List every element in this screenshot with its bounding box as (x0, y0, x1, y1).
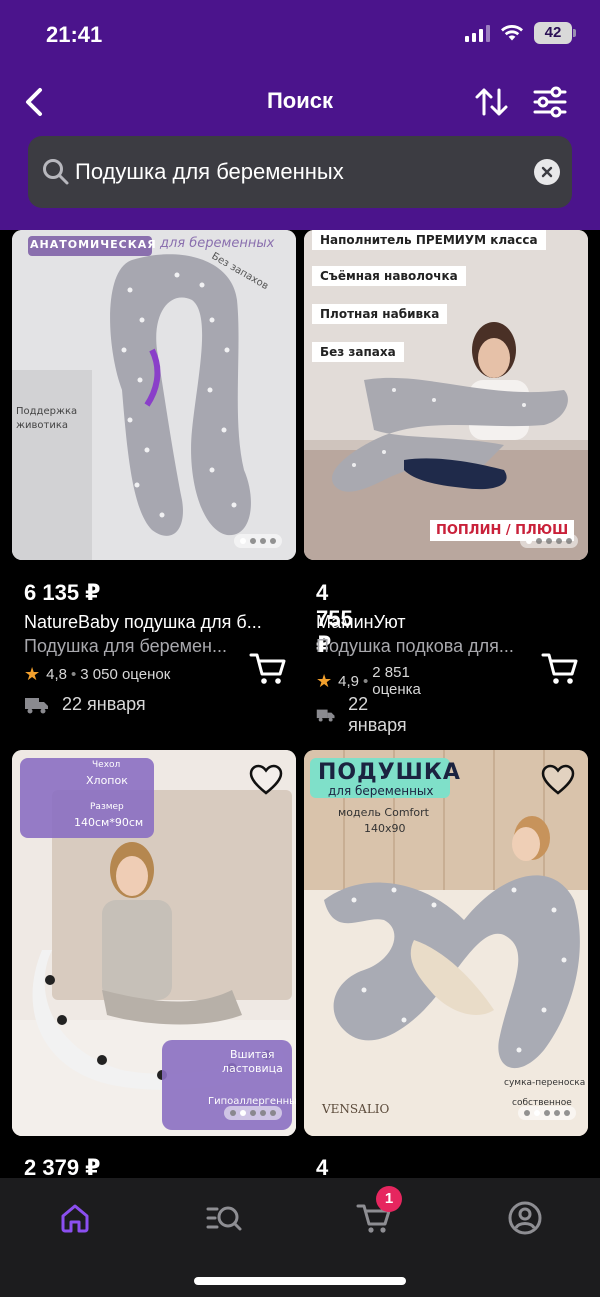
star-icon: ★ (24, 664, 41, 684)
overlay-caption: Чехол (92, 760, 121, 770)
sort-button[interactable] (472, 82, 512, 122)
rating-value: 4,9 (338, 672, 359, 690)
product-image[interactable]: Чехол Хлопок Размер 140см*90см Вшитая ла… (12, 750, 296, 1136)
image-pager-dots (224, 1106, 282, 1120)
favorite-heart-icon[interactable] (540, 762, 576, 798)
image-pager-dots (518, 1106, 576, 1120)
delivery-date: 22 января (62, 694, 146, 714)
overlay-caption: модель Comfort (338, 806, 429, 819)
sort-arrows-icon (475, 88, 508, 116)
separator-dot: • (363, 672, 369, 690)
add-to-cart-button[interactable] (540, 650, 580, 686)
filter-sliders-icon (533, 86, 567, 118)
separator-dot: • (71, 666, 77, 683)
cellular-signal-icon (465, 24, 490, 42)
status-time: 21:41 (46, 22, 103, 47)
truck-icon (316, 709, 335, 722)
add-to-cart-button[interactable] (248, 650, 288, 686)
overlay-caption: 140см*90см (74, 816, 144, 829)
clear-search-button[interactable] (534, 159, 560, 185)
overlay-tag: Съёмная наволочка (312, 266, 466, 286)
overlay-caption: Поддержка (16, 406, 78, 417)
overlay-caption: 140x90 (364, 822, 406, 835)
top-header: 21:41 42 Поиск Подушка для беременных (0, 0, 600, 230)
wifi-icon (501, 25, 523, 41)
overlay-subtitle: для беременных (328, 784, 434, 798)
star-icon: ★ (316, 670, 333, 691)
overlay-tag: Наполнитель ПРЕМИУМ класса (312, 230, 546, 250)
overlay-caption: сумка-переноска (504, 1078, 586, 1088)
product-price: 6 135 ₽ (24, 580, 101, 605)
overlay-subtitle: для беременных (160, 236, 275, 251)
product-rating: ★ 4,8 • 3 050 оценок (24, 664, 170, 685)
product-name[interactable]: МаминУют (316, 612, 406, 633)
product-image[interactable]: АНАТОМИЧЕСКАЯ для беременных Без запахов… (12, 230, 296, 560)
search-field[interactable]: Подушка для беременных (28, 136, 572, 208)
image-pager-dots (520, 534, 578, 548)
overlay-tag: Плотная набивка (312, 304, 448, 324)
image-pager-dots (234, 534, 282, 548)
delivery-date: 22 января (348, 694, 407, 735)
review-count: 2 851 оценка (372, 664, 421, 698)
overlay-title: ПОДУШКА (318, 760, 461, 785)
overlay-caption: Размер (90, 802, 124, 812)
search-input[interactable]: Подушка для беременных (75, 159, 344, 185)
overlay-tag: Без запаха (312, 342, 404, 362)
overlay-badge-text: АНАТОМИЧЕСКАЯ (30, 238, 157, 251)
tab-profile[interactable] (503, 1196, 547, 1240)
home-indicator[interactable] (194, 1277, 406, 1285)
catalog-search-icon (206, 1206, 242, 1231)
delivery-info: 22 января (24, 694, 146, 715)
overlay-caption: Хлопок (86, 774, 128, 787)
nav-bar: Поиск (0, 78, 600, 126)
overlay-caption: Вшитая (230, 1048, 275, 1061)
review-count: 3 050 оценок (80, 666, 171, 683)
status-icons: 42 (465, 22, 576, 44)
filter-button[interactable] (530, 82, 570, 122)
cart-count-badge: 1 (376, 1186, 402, 1212)
brand-watermark: VENSALIO (322, 1102, 390, 1116)
tab-home[interactable] (53, 1196, 97, 1240)
tab-catalog[interactable] (202, 1196, 246, 1240)
battery-icon: 42 (534, 22, 576, 44)
product-image[interactable]: ПОДУШКА для беременных модель Comfort 14… (304, 750, 588, 1136)
overlay-caption: ластовица (222, 1062, 283, 1075)
close-icon (541, 166, 553, 178)
pillow-photo (12, 750, 296, 1136)
profile-icon (508, 1201, 542, 1235)
product-image[interactable]: Наполнитель ПРЕМИУМ класса Съёмная навол… (304, 230, 588, 560)
home-icon (61, 1204, 89, 1233)
product-description[interactable]: Подушка для беремен... (24, 636, 227, 657)
truck-icon (25, 697, 48, 713)
product-description[interactable]: Подушка подкова для... (316, 636, 514, 657)
overlay-caption: животика (16, 420, 69, 431)
product-name[interactable]: NatureBaby подушка для б... (24, 612, 262, 633)
product-rating: ★ 4,9 • 2 851 оценка (316, 664, 421, 698)
favorite-heart-icon[interactable] (248, 762, 284, 798)
rating-value: 4,8 (46, 666, 67, 683)
delivery-info: 22 января (316, 694, 413, 736)
search-icon (43, 159, 69, 185)
